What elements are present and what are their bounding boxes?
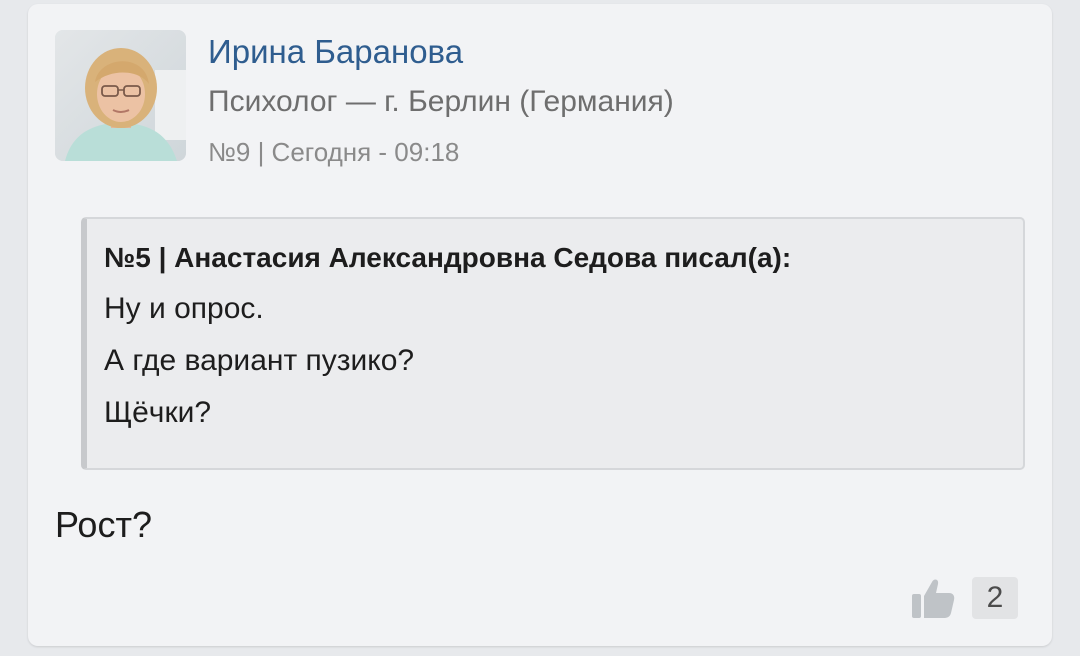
post-body: Рост? <box>55 504 152 545</box>
quote-line: Ну и опрос. <box>104 292 264 325</box>
post-meta: №9 | Сегодня - 09:18 <box>208 137 460 167</box>
quote-line: Щёчки? <box>104 396 212 429</box>
quote-line: А где вариант пузико? <box>104 344 415 377</box>
avatar[interactable] <box>55 30 186 161</box>
quote-header: №5 | Анастасия Александровна Седова писа… <box>104 242 792 273</box>
post-card: Ирина Баранова Психолог — г. Берлин (Гер… <box>28 4 1052 646</box>
quote-block: №5 | Анастасия Александровна Седова писа… <box>81 217 1025 470</box>
thumbs-up-icon[interactable] <box>910 576 956 620</box>
author-role: Психолог — г. Берлин (Германия) <box>208 85 674 118</box>
author-name[interactable]: Ирина Баранова <box>208 30 463 74</box>
avatar-photo <box>55 30 186 161</box>
like-area: 2 <box>910 576 1018 620</box>
like-count: 2 <box>972 577 1018 619</box>
